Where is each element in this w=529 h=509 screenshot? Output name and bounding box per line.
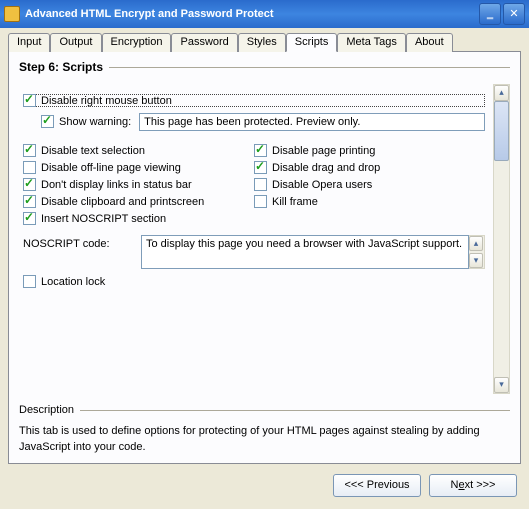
scroll-down-icon[interactable]: ▾ [494, 377, 509, 393]
noscript-label: NOSCRIPT code: [23, 235, 133, 250]
titlebar: Advanced HTML Encrypt and Password Prote… [0, 0, 529, 28]
chk-label: Disable off-line page viewing [41, 162, 181, 174]
checkbox-icon [23, 144, 36, 157]
chk-location-lock[interactable]: Location lock [23, 275, 485, 288]
checkbox-icon [254, 161, 267, 174]
tab-output[interactable]: Output [50, 33, 101, 52]
checkbox-icon [23, 94, 36, 107]
tab-encryption[interactable]: Encryption [102, 33, 172, 52]
previous-button[interactable]: <<< Previous [333, 474, 421, 497]
chk-disable-offline[interactable]: Disable off-line page viewing [23, 161, 254, 174]
pane-scrollbar[interactable]: ▴ ▾ [493, 84, 510, 394]
tab-input[interactable]: Input [8, 33, 50, 52]
options-area: Disable right mouse button Show warning:… [19, 84, 489, 394]
chk-label: Kill frame [272, 196, 318, 208]
description-text: This tab is used to define options for p… [19, 424, 510, 455]
next-button[interactable]: Next >>> [429, 474, 517, 497]
checkbox-icon [23, 178, 36, 191]
warning-text-input[interactable] [139, 113, 485, 131]
chk-show-warning[interactable]: Show warning: [41, 115, 139, 128]
checkbox-icon [23, 212, 36, 225]
checkbox-icon [41, 115, 54, 128]
scroll-up-icon[interactable]: ▴ [469, 236, 483, 251]
scroll-thumb[interactable] [494, 101, 509, 161]
chk-label: Disable clipboard and printscreen [41, 196, 204, 208]
chk-label: Disable right mouse button [41, 95, 172, 107]
scroll-down-icon[interactable]: ▾ [469, 253, 483, 268]
app-icon [4, 6, 20, 22]
chk-disable-opera[interactable]: Disable Opera users [254, 178, 485, 191]
checkbox-icon [23, 195, 36, 208]
checkbox-icon [254, 178, 267, 191]
chk-no-links-status[interactable]: Don't display links in status bar [23, 178, 254, 191]
tab-styles[interactable]: Styles [238, 33, 286, 52]
tab-bar: Input Output Encryption Password Styles … [8, 33, 521, 52]
tab-about[interactable]: About [406, 33, 453, 52]
chk-disable-right-mouse[interactable]: Disable right mouse button [23, 94, 485, 107]
tab-password[interactable]: Password [171, 33, 237, 52]
window-title: Advanced HTML Encrypt and Password Prote… [25, 8, 477, 20]
chk-insert-noscript[interactable]: Insert NOSCRIPT section [23, 212, 254, 225]
chk-label: Location lock [41, 276, 105, 288]
chk-label: Disable Opera users [272, 179, 372, 191]
chk-label: Disable drag and drop [272, 162, 380, 174]
description-label: Description [19, 404, 74, 416]
chk-disable-clipboard[interactable]: Disable clipboard and printscreen [23, 195, 254, 208]
checkbox-icon [23, 161, 36, 174]
window-body: Input Output Encryption Password Styles … [0, 28, 529, 509]
chk-disable-page-print[interactable]: Disable page printing [254, 144, 485, 157]
checkbox-icon [23, 275, 36, 288]
step-title: Step 6: Scripts [19, 60, 103, 74]
checkbox-icon [254, 144, 267, 157]
scroll-up-icon[interactable]: ▴ [494, 85, 509, 101]
chk-label: Disable text selection [41, 145, 145, 157]
footer-buttons: <<< Previous Next >>> [8, 464, 521, 501]
divider [109, 67, 510, 68]
content-pane: Step 6: Scripts Disable right mouse butt… [8, 51, 521, 464]
close-button[interactable]: ✕ [503, 3, 525, 25]
chk-label: Disable page printing [272, 145, 375, 157]
chk-label: Insert NOSCRIPT section [41, 213, 166, 225]
minimize-button[interactable]: ‗ [479, 3, 501, 25]
textarea-scrollbar[interactable]: ▴ ▾ [469, 235, 485, 269]
tab-meta-tags[interactable]: Meta Tags [337, 33, 406, 52]
chk-label: Show warning: [59, 116, 131, 128]
tab-scripts[interactable]: Scripts [286, 33, 338, 52]
chk-disable-text-selection[interactable]: Disable text selection [23, 144, 254, 157]
chk-disable-dragdrop[interactable]: Disable drag and drop [254, 161, 485, 174]
chk-kill-frame[interactable]: Kill frame [254, 195, 485, 208]
chk-label: Don't display links in status bar [41, 179, 192, 191]
checkbox-icon [254, 195, 267, 208]
noscript-text-input[interactable] [141, 235, 469, 269]
divider [80, 410, 510, 411]
